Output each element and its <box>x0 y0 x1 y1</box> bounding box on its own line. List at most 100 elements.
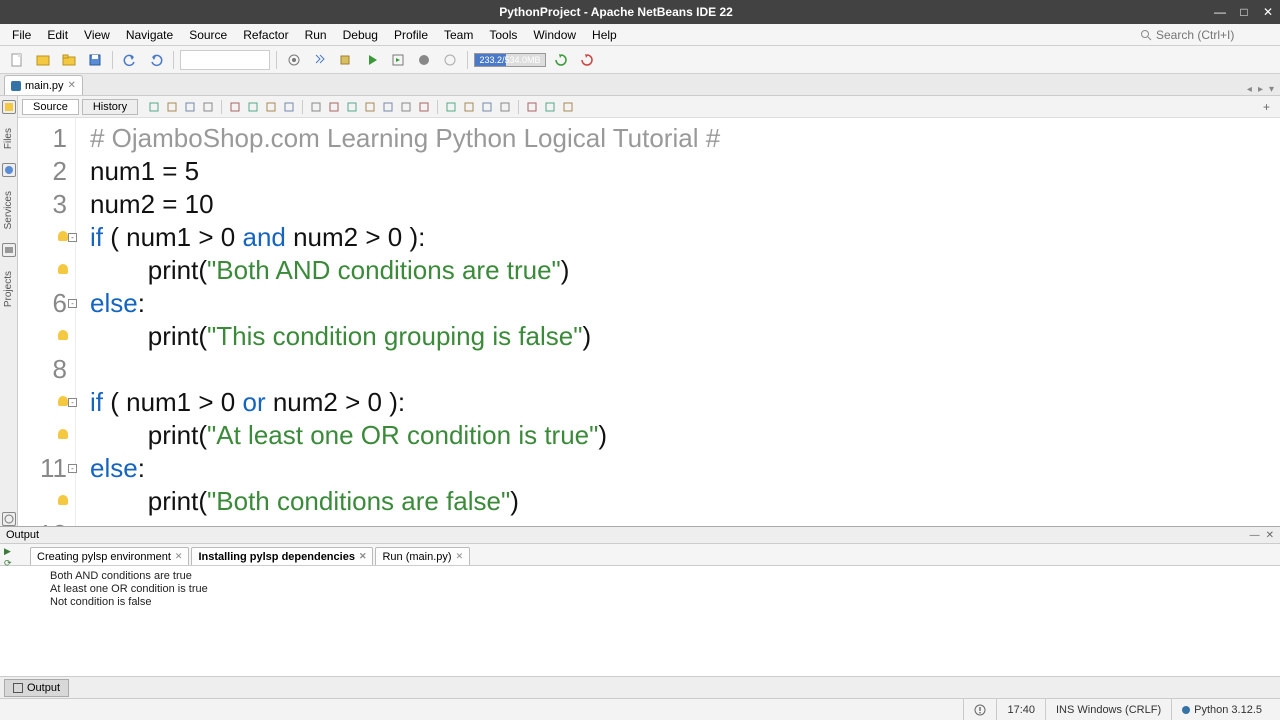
config-combo[interactable] <box>180 50 270 70</box>
profile-button[interactable] <box>413 49 435 71</box>
history-tab[interactable]: History <box>82 99 138 115</box>
code-line[interactable] <box>90 518 1274 526</box>
close-output-tab[interactable]: ✕ <box>456 551 464 562</box>
run-project-button[interactable] <box>335 49 357 71</box>
tab-scroll-right[interactable]: ▸ <box>1256 84 1265 95</box>
search-box[interactable] <box>1140 28 1276 42</box>
redo-button[interactable] <box>145 49 167 71</box>
memory-indicator[interactable]: 233.2/534.0MB <box>474 53 546 67</box>
editor-tool-21[interactable] <box>561 100 575 114</box>
sidebar-services[interactable]: Services <box>3 185 14 235</box>
source-tab[interactable]: Source <box>22 99 79 115</box>
output-tab-0[interactable]: Creating pylsp environment✕ <box>30 547 189 565</box>
output-minimize-icon[interactable]: — <box>1250 530 1260 541</box>
sidebar-services-icon[interactable] <box>2 163 16 177</box>
hint-bulb-icon[interactable] <box>58 429 68 439</box>
code-line[interactable]: # OjamboShop.com Learning Python Logical… <box>90 122 1274 155</box>
reload-red-button[interactable] <box>576 49 598 71</box>
sidebar-projects[interactable]: Projects <box>3 265 14 313</box>
editor-tool-16[interactable] <box>462 100 476 114</box>
editor-tool-19[interactable] <box>525 100 539 114</box>
output-rerun-icon[interactable]: ⟳ <box>4 558 18 568</box>
code-line[interactable]: if ( num1 > 0 and num2 > 0 ): <box>90 221 1274 254</box>
save-all-button[interactable] <box>84 49 106 71</box>
menu-view[interactable]: View <box>76 28 118 42</box>
close-tab-icon[interactable]: ✕ <box>68 80 76 91</box>
tab-scroll-left[interactable]: ◂ <box>1245 84 1254 95</box>
hint-bulb-icon[interactable] <box>58 495 68 505</box>
minimize-button[interactable]: — <box>1208 5 1232 19</box>
editor-tool-17[interactable] <box>480 100 494 114</box>
open-button[interactable] <box>58 49 80 71</box>
status-python[interactable]: Python 3.12.5 <box>1171 699 1272 720</box>
notifications-icon[interactable] <box>963 699 996 720</box>
stop-button[interactable] <box>439 49 461 71</box>
editor-tool-10[interactable] <box>345 100 359 114</box>
hint-bulb-icon[interactable] <box>58 231 68 241</box>
code-line[interactable]: num2 = 10 <box>90 188 1274 221</box>
debug-button[interactable] <box>387 49 409 71</box>
editor-tool-1[interactable] <box>165 100 179 114</box>
sidebar-files[interactable]: Files <box>3 122 14 155</box>
code-line[interactable]: else: <box>90 452 1274 485</box>
new-file-button[interactable] <box>6 49 28 71</box>
menu-run[interactable]: Run <box>297 28 335 42</box>
editor-tool-8[interactable] <box>309 100 323 114</box>
menu-profile[interactable]: Profile <box>386 28 436 42</box>
close-window-button[interactable]: ✕ <box>1256 5 1280 19</box>
editor-tool-2[interactable] <box>183 100 197 114</box>
editor-tool-0[interactable] <box>147 100 161 114</box>
editor-tool-5[interactable] <box>246 100 260 114</box>
code-line[interactable]: num1 = 5 <box>90 155 1274 188</box>
sidebar-projects-icon[interactable] <box>2 243 16 257</box>
editor-tool-15[interactable] <box>444 100 458 114</box>
menu-source[interactable]: Source <box>181 28 235 42</box>
code-line[interactable]: print("Both conditions are false") <box>90 485 1274 518</box>
output-tab-1[interactable]: Installing pylsp dependencies✕ <box>191 547 373 565</box>
output-run-icon[interactable]: ▶ <box>4 546 18 556</box>
code-content[interactable]: # OjamboShop.com Learning Python Logical… <box>76 118 1280 526</box>
code-editor[interactable]: 123-6-8-11-13 # OjamboShop.com Learning … <box>18 118 1280 526</box>
menu-help[interactable]: Help <box>584 28 625 42</box>
menu-window[interactable]: Window <box>525 28 584 42</box>
menu-navigate[interactable]: Navigate <box>118 28 181 42</box>
editor-tool-20[interactable] <box>543 100 557 114</box>
output-close-icon[interactable]: ✕ <box>1266 530 1274 541</box>
fold-toggle[interactable]: - <box>68 299 77 308</box>
bottom-tab-output[interactable]: Output <box>4 679 69 697</box>
close-output-tab[interactable]: ✕ <box>175 551 183 562</box>
editor-tool-11[interactable] <box>363 100 377 114</box>
undo-button[interactable] <box>119 49 141 71</box>
fold-toggle[interactable]: - <box>68 233 77 242</box>
hint-bulb-icon[interactable] <box>58 330 68 340</box>
file-tab-main[interactable]: main.py ✕ <box>4 75 83 95</box>
fold-toggle[interactable]: - <box>68 398 77 407</box>
menu-refactor[interactable]: Refactor <box>235 28 296 42</box>
new-project-button[interactable] <box>32 49 54 71</box>
code-line[interactable]: if ( num1 > 0 or num2 > 0 ): <box>90 386 1274 419</box>
code-line[interactable] <box>90 353 1274 386</box>
code-line[interactable]: print("This condition grouping is false"… <box>90 320 1274 353</box>
run-button[interactable] <box>361 49 383 71</box>
clean-build-button[interactable] <box>309 49 331 71</box>
menu-file[interactable]: File <box>4 28 39 42</box>
close-output-tab[interactable]: ✕ <box>359 551 367 562</box>
maximize-button[interactable]: □ <box>1232 5 1256 19</box>
editor-tool-3[interactable] <box>201 100 215 114</box>
fold-toggle[interactable]: - <box>68 464 77 473</box>
code-line[interactable]: print("Both AND conditions are true") <box>90 254 1274 287</box>
editor-tool-6[interactable] <box>264 100 278 114</box>
build-button[interactable] <box>283 49 305 71</box>
editor-tool-13[interactable] <box>399 100 413 114</box>
menu-team[interactable]: Team <box>436 28 481 42</box>
status-cursor[interactable]: 17:40 <box>996 699 1045 720</box>
reload-button[interactable] <box>550 49 572 71</box>
editor-tool-7[interactable] <box>282 100 296 114</box>
status-encoding[interactable]: INS Windows (CRLF) <box>1045 699 1171 720</box>
sidebar-navigator-icon[interactable] <box>2 512 16 526</box>
menu-debug[interactable]: Debug <box>335 28 386 42</box>
hint-bulb-icon[interactable] <box>58 264 68 274</box>
editor-tool-12[interactable] <box>381 100 395 114</box>
sidebar-files-icon[interactable] <box>2 100 16 114</box>
hint-bulb-icon[interactable] <box>58 396 68 406</box>
